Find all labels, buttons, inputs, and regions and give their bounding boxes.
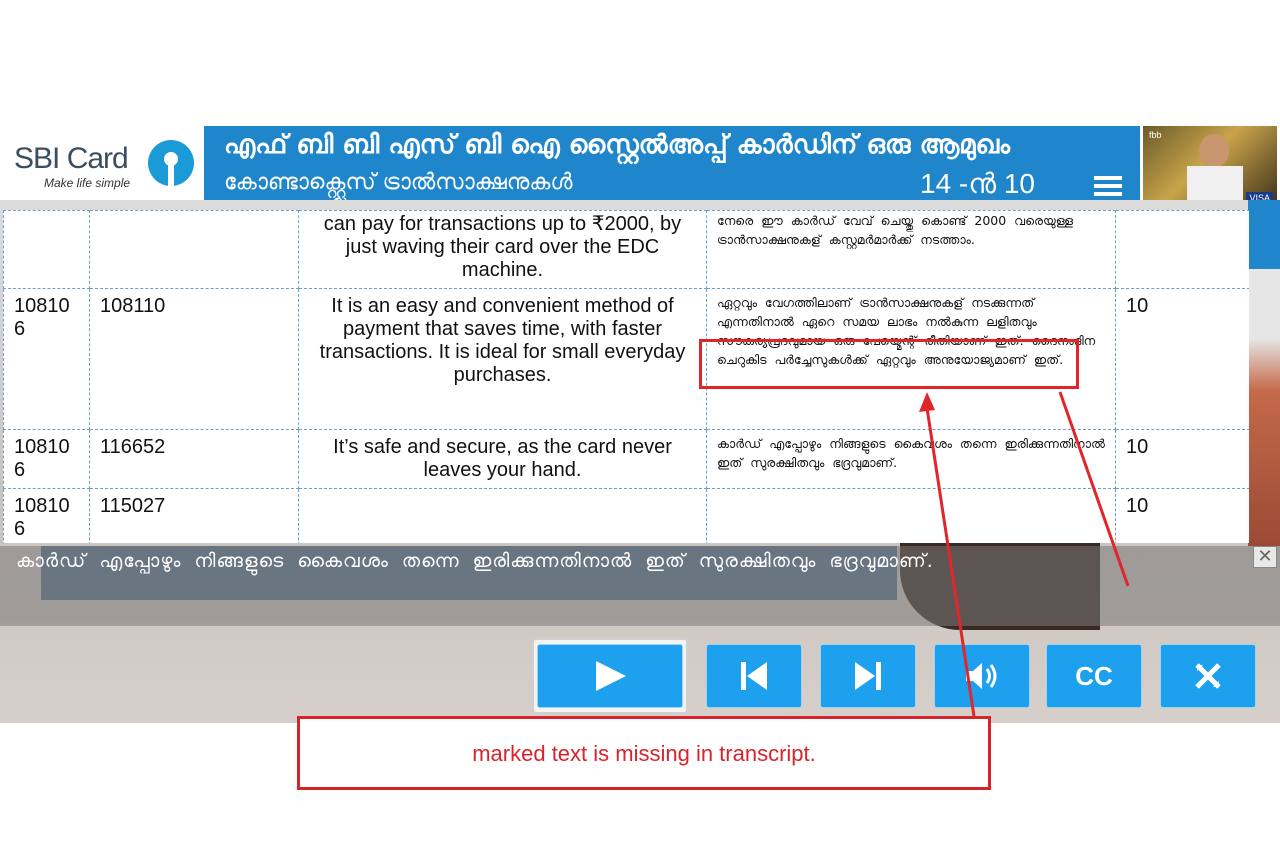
previous-button[interactable] (706, 644, 802, 708)
english-cell: can pay for transactions up to ₹2000, by… (298, 210, 707, 289)
english-cell: It is an easy and convenient method of p… (298, 288, 707, 430)
course-title-bar: എഫ് ബി ബി എസ് ബി ഐ സ്റ്റൈൽഅപ്പ് കാർഡിന് … (204, 126, 1140, 200)
play-button[interactable] (537, 644, 683, 708)
english-cell (298, 488, 707, 543)
table-row: 108106 115027 10 (3, 488, 1249, 543)
id-cell: 108110 (89, 288, 299, 430)
thumb-brand: fbb (1149, 130, 1162, 140)
id-cell (3, 210, 90, 289)
volume-icon (966, 663, 997, 689)
highlight-box (699, 339, 1079, 389)
skip-forward-icon (855, 662, 881, 690)
slide-cell: 10 (1115, 429, 1249, 489)
logo-tagline: Make life simple (44, 176, 131, 190)
next-button[interactable] (820, 644, 916, 708)
malayalam-cell (706, 488, 1116, 543)
id-cell: 108106 (3, 488, 90, 543)
collapse-icon (1195, 663, 1221, 689)
video-edge (1248, 200, 1280, 546)
slide-cell (1115, 210, 1249, 289)
slide-cell: 10 (1115, 488, 1249, 543)
table-row: can pay for transactions up to ₹2000, by… (3, 210, 1249, 289)
skip-back-icon (741, 662, 767, 690)
closed-captions-button[interactable]: CC (1046, 644, 1142, 708)
slide-cell: 10 (1115, 288, 1249, 430)
id-cell: 108106 (3, 429, 90, 489)
malayalam-cell: കാർഡ് എപ്പോഴും നിങ്ങളുടെ കൈവശം തന്നെ ഇരി… (706, 429, 1116, 489)
id-cell: 108106 (3, 288, 90, 430)
id-cell (89, 210, 299, 289)
course-title: എഫ് ബി ബി എസ് ബി ഐ സ്റ്റൈൽഅപ്പ് കാർഡിന് … (224, 130, 1011, 160)
page-indicator: 14 -ൻ 10 (920, 168, 1036, 199)
sbi-card-logo: SBI Card Make life simple (8, 132, 198, 198)
annotation-note-text: marked text is missing in transcript. (472, 741, 816, 766)
sbi-emblem-icon (148, 140, 194, 186)
id-cell: 115027 (89, 488, 299, 543)
slide-title: കോണ്ടാക്റ്റ്ലെസ് ട്രാൽസാക്ഷനുകൾ (224, 170, 573, 195)
volume-button[interactable] (934, 644, 1030, 708)
id-cell: 116652 (89, 429, 299, 489)
fullscreen-toggle-button[interactable] (1160, 644, 1256, 708)
logo-text: SBI Card (14, 142, 129, 175)
promo-thumbnail: fbb VISA (1143, 126, 1277, 208)
english-cell: It’s safe and secure, as the card never … (298, 429, 707, 489)
malayalam-cell: നേരെ ഈ കാർഡ് വേവ് ചെയ്തു കൊണ്ട് 2000 വരെ… (706, 210, 1116, 289)
subtitle-close-button[interactable]: ✕ (1253, 546, 1277, 568)
subtitle-text: കാർഡ് എപ്പോഴും നിങ്ങളുടെ കൈവശം തന്നെ ഇരി… (16, 550, 934, 572)
play-icon (596, 661, 626, 691)
table-row: 108106 116652 It’s safe and secure, as t… (3, 429, 1249, 489)
annotation-note: marked text is missing in transcript. (297, 716, 991, 790)
menu-icon[interactable] (1094, 176, 1122, 196)
